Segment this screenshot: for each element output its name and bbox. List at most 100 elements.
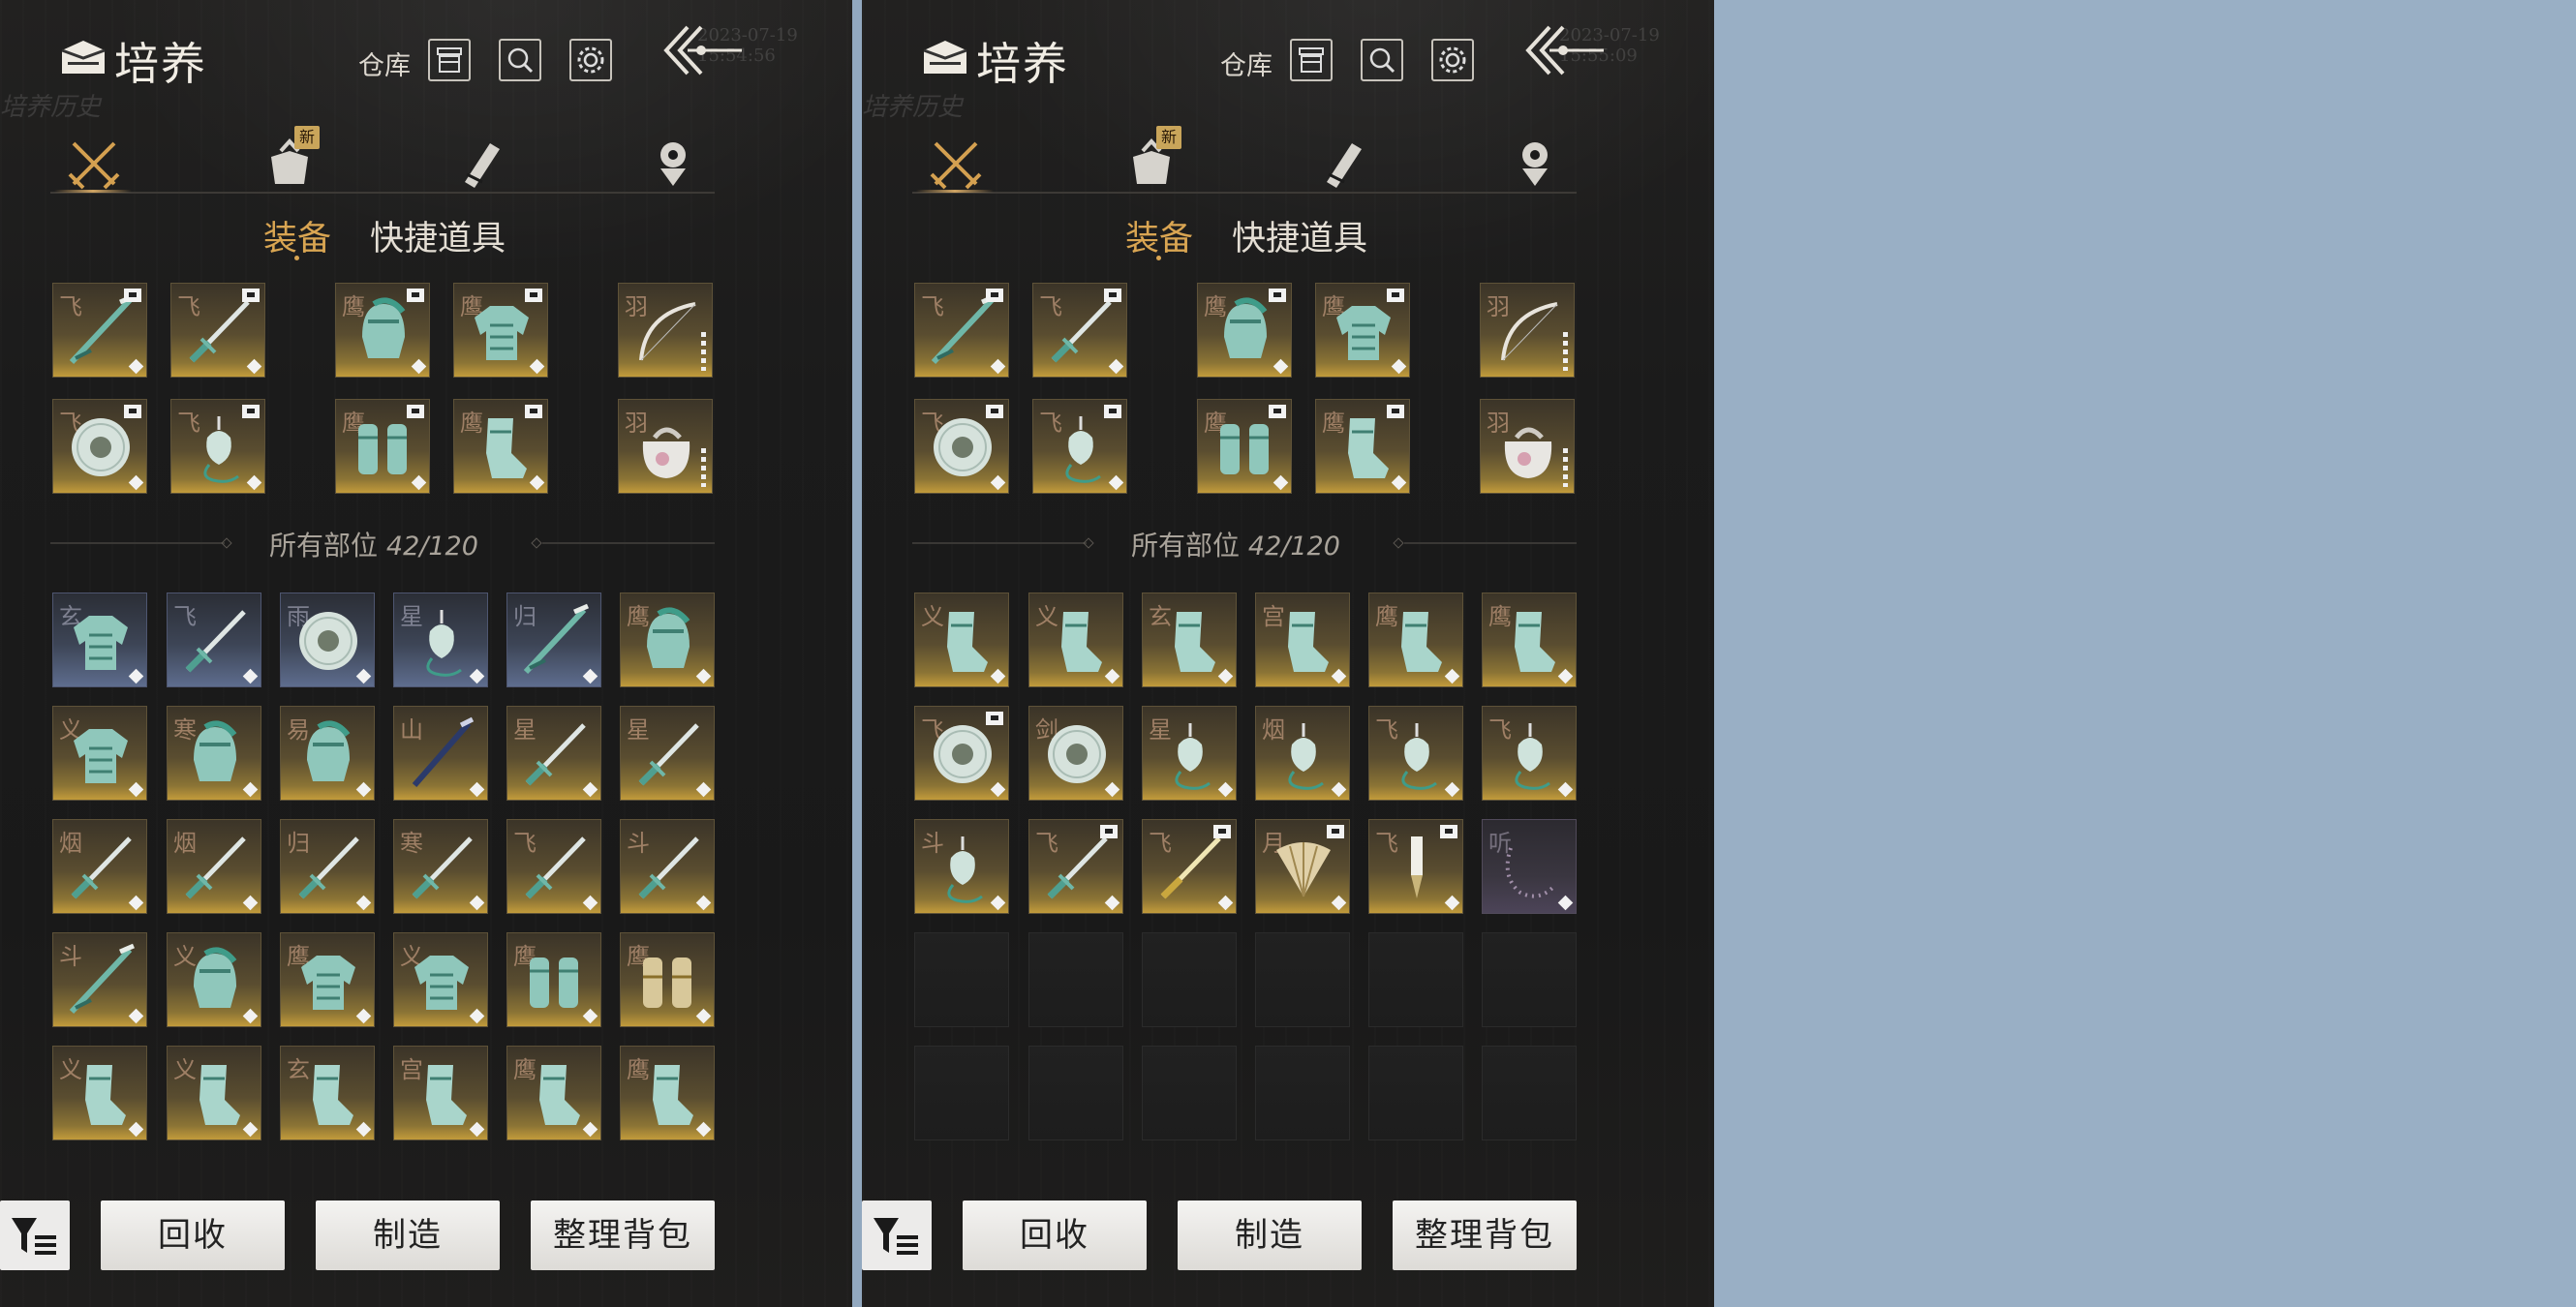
- empty-slot[interactable]: [1368, 932, 1463, 1027]
- warehouse-button[interactable]: [428, 39, 471, 81]
- back-arrow-icon[interactable]: [1520, 21, 1608, 83]
- craft-button[interactable]: 制造: [1178, 1201, 1362, 1270]
- item-slot[interactable]: 义: [393, 932, 488, 1027]
- equipped-slot[interactable]: 鹰: [453, 283, 548, 378]
- scroll-icon[interactable]: [1313, 136, 1369, 192]
- settings-button[interactable]: [1431, 39, 1474, 81]
- search-button[interactable]: [499, 39, 541, 81]
- equipped-slot[interactable]: 飞: [1032, 283, 1127, 378]
- crossed-swords-icon[interactable]: [66, 136, 122, 192]
- empty-slot[interactable]: [1482, 932, 1577, 1027]
- empty-slot[interactable]: [1255, 1046, 1350, 1140]
- item-slot[interactable]: 星: [393, 593, 488, 687]
- equipped-slot[interactable]: 鹰: [335, 283, 430, 378]
- subtab-quick-items[interactable]: 快捷道具: [370, 211, 506, 260]
- item-slot[interactable]: 鹰: [620, 1046, 715, 1140]
- item-slot[interactable]: 鹰: [506, 1046, 601, 1140]
- sort-bag-button[interactable]: 整理背包: [1393, 1201, 1577, 1270]
- item-slot[interactable]: 飞: [1482, 706, 1577, 801]
- item-slot[interactable]: 飞: [1368, 706, 1463, 801]
- item-slot[interactable]: 鹰: [620, 593, 715, 687]
- item-slot[interactable]: 鹰: [1368, 593, 1463, 687]
- equipped-slot[interactable]: 鹰: [1197, 283, 1292, 378]
- warehouse-label[interactable]: 仓库: [1220, 45, 1273, 82]
- item-slot[interactable]: 玄: [52, 593, 147, 687]
- item-slot[interactable]: 义: [167, 932, 261, 1027]
- recycle-button[interactable]: 回收: [101, 1201, 285, 1270]
- item-slot[interactable]: 义: [914, 593, 1009, 687]
- subtab-quick-items[interactable]: 快捷道具: [1232, 211, 1367, 260]
- item-slot[interactable]: 听: [1482, 819, 1577, 914]
- item-slot[interactable]: 义: [52, 1046, 147, 1140]
- equipped-slot[interactable]: 鹰: [335, 399, 430, 494]
- empty-slot[interactable]: [1142, 932, 1237, 1027]
- empty-slot[interactable]: [1368, 1046, 1463, 1140]
- item-slot[interactable]: 斗: [914, 819, 1009, 914]
- item-slot[interactable]: 鹰: [506, 932, 601, 1027]
- equipped-slot[interactable]: 羽: [1480, 283, 1575, 378]
- equipped-slot[interactable]: 飞: [52, 283, 147, 378]
- equipped-slot[interactable]: 飞: [1032, 399, 1127, 494]
- item-slot[interactable]: 玄: [1142, 593, 1237, 687]
- crossed-swords-icon[interactable]: [928, 136, 984, 192]
- recycle-button[interactable]: 回收: [963, 1201, 1147, 1270]
- item-slot[interactable]: 烟: [1255, 706, 1350, 801]
- item-slot[interactable]: 寒: [167, 706, 261, 801]
- empty-slot[interactable]: [914, 1046, 1009, 1140]
- item-slot[interactable]: 烟: [167, 819, 261, 914]
- empty-slot[interactable]: [1142, 1046, 1237, 1140]
- empty-slot[interactable]: [1255, 932, 1350, 1027]
- equipped-slot[interactable]: 飞: [52, 399, 147, 494]
- item-slot[interactable]: 归: [280, 819, 375, 914]
- item-slot[interactable]: 宫: [1255, 593, 1350, 687]
- equipped-slot[interactable]: 羽: [618, 399, 713, 494]
- subtab-equipment[interactable]: 装备: [1125, 211, 1193, 260]
- item-slot[interactable]: 星: [1142, 706, 1237, 801]
- equipped-slot[interactable]: 羽: [618, 283, 713, 378]
- item-slot[interactable]: 鹰: [1482, 593, 1577, 687]
- equipped-slot[interactable]: 飞: [914, 283, 1009, 378]
- equipped-slot[interactable]: 飞: [170, 399, 265, 494]
- item-slot[interactable]: 飞: [167, 593, 261, 687]
- item-slot[interactable]: 星: [506, 706, 601, 801]
- item-slot[interactable]: 星: [620, 706, 715, 801]
- item-slot[interactable]: 飞: [914, 706, 1009, 801]
- item-slot[interactable]: 易: [280, 706, 375, 801]
- item-slot[interactable]: 烟: [52, 819, 147, 914]
- craft-button[interactable]: 制造: [316, 1201, 500, 1270]
- warehouse-button[interactable]: [1290, 39, 1333, 81]
- equipped-slot[interactable]: 鹰: [453, 399, 548, 494]
- equipped-slot[interactable]: 鹰: [1315, 399, 1410, 494]
- item-slot[interactable]: 飞: [1028, 819, 1123, 914]
- equipped-slot[interactable]: 羽: [1480, 399, 1575, 494]
- item-slot[interactable]: 鹰: [280, 932, 375, 1027]
- item-slot[interactable]: 雨: [280, 593, 375, 687]
- empty-slot[interactable]: [1028, 932, 1123, 1027]
- item-slot[interactable]: 月: [1255, 819, 1350, 914]
- filter-button[interactable]: [0, 1201, 70, 1270]
- item-slot[interactable]: 斗: [620, 819, 715, 914]
- item-slot[interactable]: 飞: [506, 819, 601, 914]
- sort-bag-button[interactable]: 整理背包: [531, 1201, 715, 1270]
- item-slot[interactable]: 宫: [393, 1046, 488, 1140]
- item-slot[interactable]: 斗: [52, 932, 147, 1027]
- search-button[interactable]: [1361, 39, 1403, 81]
- token-icon[interactable]: [1507, 136, 1563, 192]
- item-slot[interactable]: 义: [167, 1046, 261, 1140]
- filter-button[interactable]: [862, 1201, 932, 1270]
- item-slot[interactable]: 山: [393, 706, 488, 801]
- empty-slot[interactable]: [1028, 1046, 1123, 1140]
- item-slot[interactable]: 飞: [1142, 819, 1237, 914]
- equipped-slot[interactable]: 鹰: [1197, 399, 1292, 494]
- item-slot[interactable]: 义: [52, 706, 147, 801]
- subtab-equipment[interactable]: 装备: [263, 211, 331, 260]
- equipped-slot[interactable]: 鹰: [1315, 283, 1410, 378]
- item-slot[interactable]: 归: [506, 593, 601, 687]
- warehouse-label[interactable]: 仓库: [358, 45, 411, 82]
- empty-slot[interactable]: [914, 932, 1009, 1027]
- equipped-slot[interactable]: 飞: [914, 399, 1009, 494]
- item-slot[interactable]: 玄: [280, 1046, 375, 1140]
- empty-slot[interactable]: [1482, 1046, 1577, 1140]
- item-slot[interactable]: 寒: [393, 819, 488, 914]
- item-slot[interactable]: 鹰: [620, 932, 715, 1027]
